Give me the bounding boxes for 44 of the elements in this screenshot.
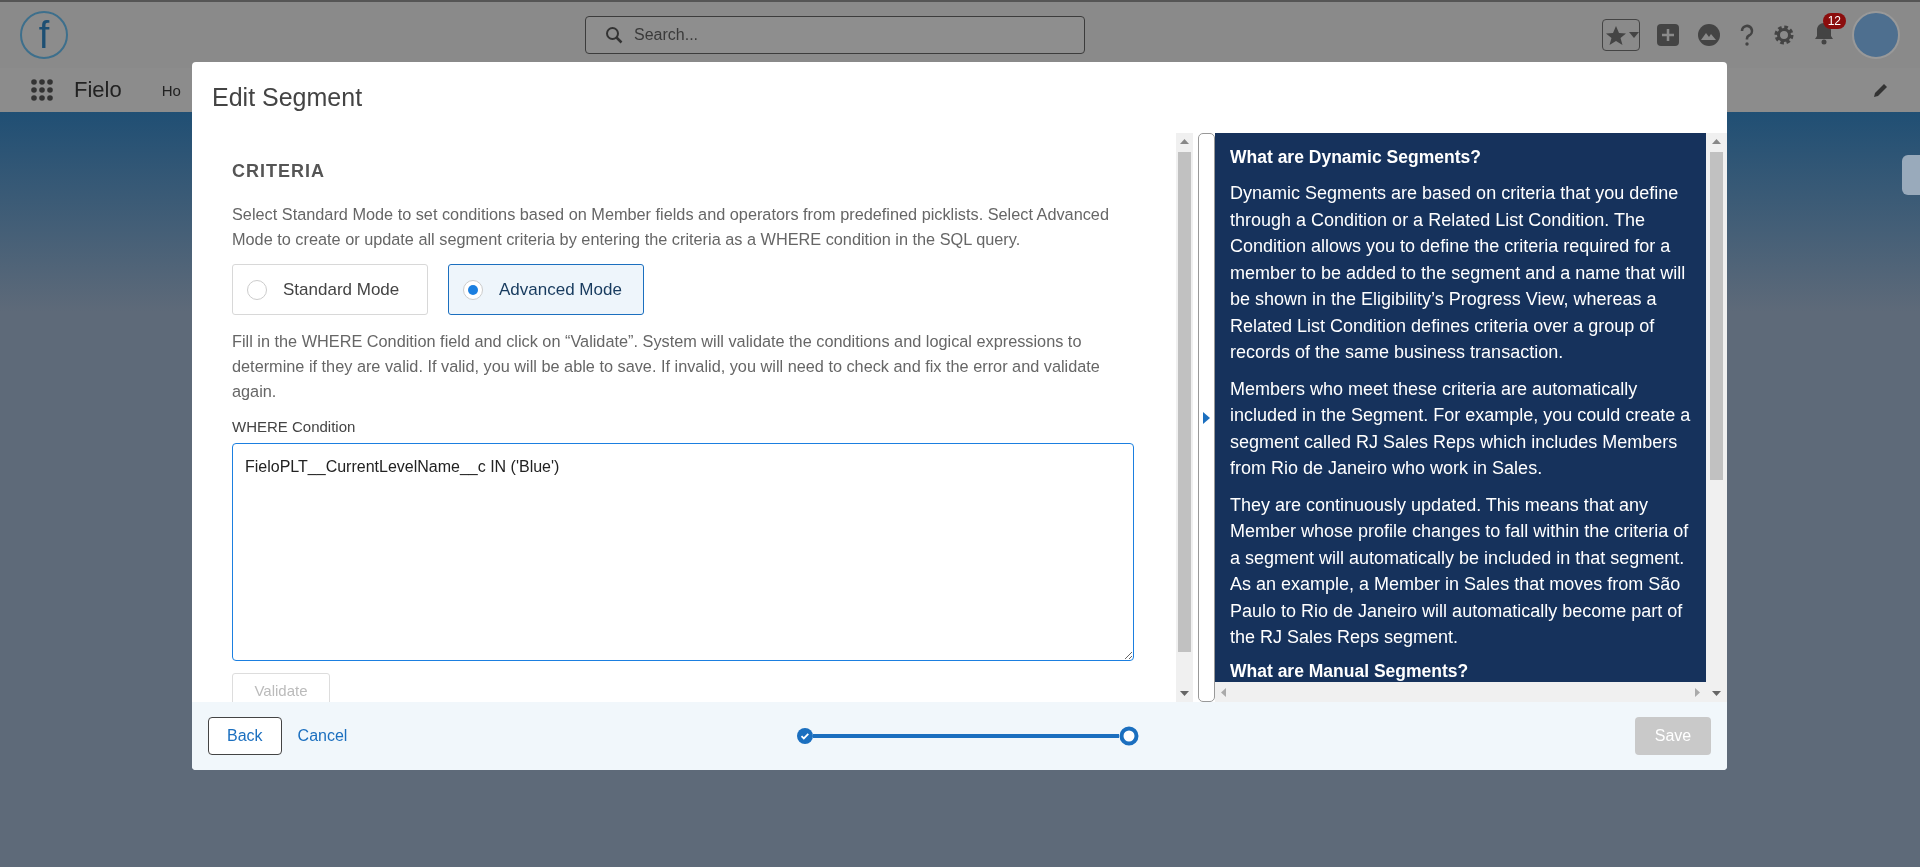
settings-icon[interactable]	[1772, 23, 1796, 47]
scrollbar[interactable]	[1706, 133, 1727, 702]
help-icon[interactable]	[1738, 23, 1756, 47]
search-field[interactable]: Search...	[585, 16, 1085, 54]
mode-radio-option[interactable]: Advanced Mode	[448, 264, 644, 315]
scrollbar[interactable]	[1215, 682, 1706, 702]
where-condition-field[interactable]: FieloPLT__CurrentLevelName__c IN ('Blue')	[232, 443, 1134, 661]
mode-radio-option[interactable]: Standard Mode	[232, 264, 428, 315]
scroll-up-arrow-icon	[1712, 139, 1721, 144]
field-label: WHERE Condition	[232, 418, 357, 435]
criteria-description: Select Standard Mode to set conditions based on Member fields and operators from predefined picklists. Select Advanced Mode to create or update all segment criteria by entering the criteria as a WHERE condition in the SQL query.	[232, 204, 1110, 250]
notification-badge: 12	[1822, 13, 1846, 29]
app-name: Fielo	[74, 77, 122, 103]
scrollbar[interactable]	[1176, 133, 1193, 702]
modal-title: Edit Segment	[212, 83, 363, 112]
section-title: CRITERIA	[232, 161, 326, 182]
app-launcher-icon[interactable]	[30, 78, 54, 102]
help-heading: What are Manual Segments?	[1230, 660, 1470, 682]
check-circle-icon[interactable]	[796, 728, 813, 744]
scroll-right-arrow-icon	[1695, 687, 1700, 697]
cancel-link[interactable]: Cancel	[291, 726, 354, 746]
scroll-up-arrow-icon	[1180, 139, 1189, 144]
add-icon[interactable]	[1656, 23, 1680, 47]
back-button[interactable]: Back	[208, 717, 282, 755]
app-logo[interactable]: f	[20, 11, 68, 59]
help-paragraph: Dynamic Segments are based on criteria that you define through a Condition or a Related List Condition. The Condition allows you to define the criteria required for a member to be added to the segment and a name that will be shown in the Eligibility’s Progress View, whereas a Related List Condition defines criteria over a group of records of the same business transaction.	[1230, 182, 1687, 364]
user-avatar[interactable]	[1852, 11, 1900, 59]
search-icon	[605, 26, 623, 44]
scroll-down-arrow-icon	[1712, 691, 1721, 696]
instructions-text: Fill in the WHERE Condition field and click on “Validate”. System will validate the conditions and logical expressions to determine if they are valid. If valid, you will be able to save. If invalid, you will need to check and fix the error and validate again.	[232, 331, 1101, 402]
pencil-icon[interactable]	[1872, 81, 1890, 99]
mountain-icon[interactable]	[1696, 23, 1722, 47]
scroll-left-arrow-icon	[1221, 687, 1226, 697]
scroll-down-arrow-icon	[1180, 691, 1189, 696]
help-paragraph: They are continuously updated. This means that any Member whose profile changes to fall within the criteria of a segment will automatically be included in that segment. As an example, a Member in Sales that moves from São Paulo to Rio de Janeiro will automatically become part of the RJ Sales Reps segment.	[1230, 493, 1690, 649]
caret-icon	[1629, 32, 1639, 38]
favorites-button[interactable]	[1602, 19, 1640, 51]
side-tab[interactable]	[1902, 155, 1920, 195]
help-paragraph: Members who meet these criteria are automatically included in the Segment. For example, you could create a segment called RJ Sales Reps which includes Members from Rio de Janeiro who work in Sales.	[1230, 377, 1692, 480]
step-ring-icon[interactable]	[1118, 726, 1139, 746]
help-heading: What are Dynamic Segments?	[1230, 147, 1482, 168]
panel-collapse-handle[interactable]	[1198, 133, 1215, 702]
triangle-icon	[1203, 411, 1210, 424]
nav-tab[interactable]: Ho	[161, 81, 181, 99]
